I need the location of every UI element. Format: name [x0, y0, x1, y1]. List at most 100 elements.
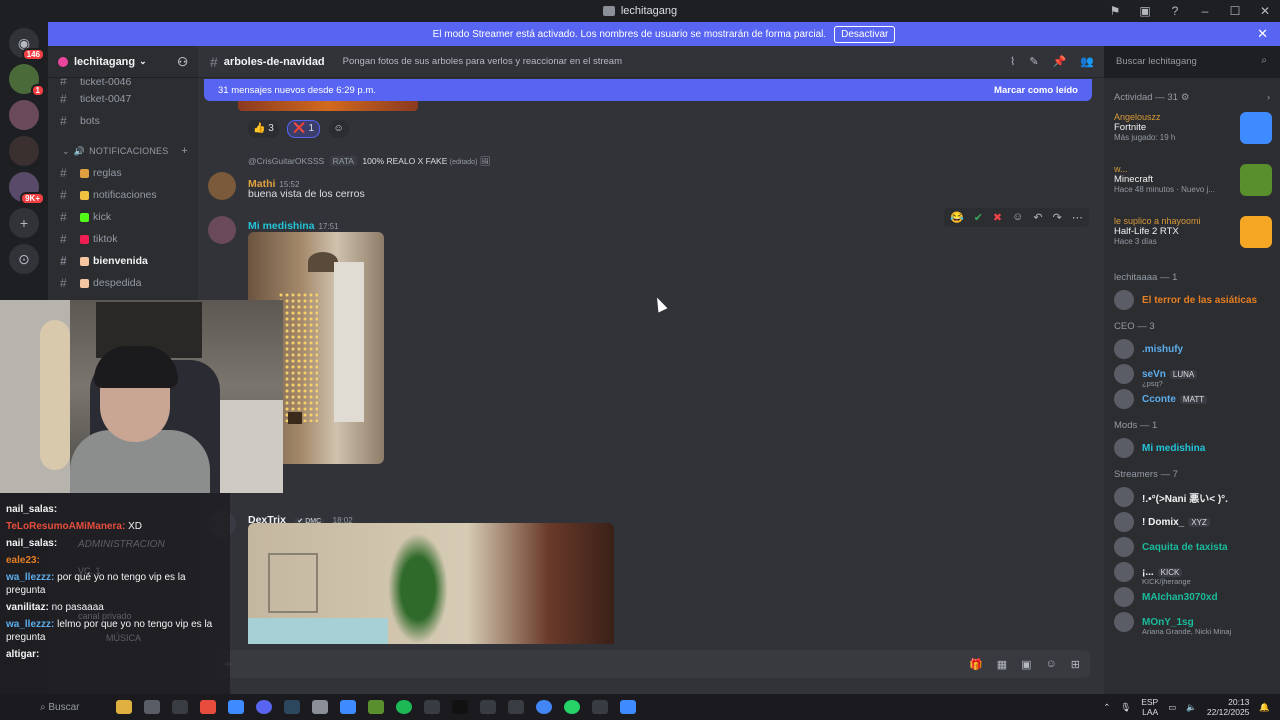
avatar[interactable]: [208, 216, 236, 244]
minimize-button[interactable]: –: [1190, 4, 1220, 18]
member-item[interactable]: MOnY_1sg Ariana Grande, Nicki Minaj: [1104, 611, 1280, 636]
chevron-right-icon[interactable]: ›: [1267, 92, 1270, 103]
pin-icon[interactable]: 📌: [1053, 55, 1067, 68]
activity-card[interactable]: Angelouszz Fortnite Más jugado: 19 h: [1104, 106, 1280, 158]
add-reaction-icon[interactable]: ☺: [328, 119, 349, 138]
add-channel-icon[interactable]: +: [181, 145, 188, 157]
channel-topic[interactable]: Pongan fotos de sus arboles para verlos …: [343, 56, 622, 67]
more-icon[interactable]: ⋯: [1072, 211, 1083, 224]
clock[interactable]: 20:13 22/12/2025: [1207, 697, 1250, 717]
discord-taskbar-icon[interactable]: [255, 700, 272, 714]
image-attachment-cropped[interactable]: [238, 101, 418, 111]
gif-icon[interactable]: ▦: [997, 658, 1007, 671]
app-icon-2[interactable]: [339, 700, 356, 714]
notification-bell-icon[interactable]: ✎: [1029, 55, 1038, 68]
tiktok-icon[interactable]: [451, 700, 468, 714]
server-icon-1[interactable]: 1: [9, 64, 45, 97]
member-item[interactable]: .mishufy: [1104, 338, 1280, 360]
member-item[interactable]: Mi medishina: [1104, 437, 1280, 459]
help-icon[interactable]: ?: [1160, 4, 1190, 18]
file-explorer-icon[interactable]: [115, 700, 132, 714]
emoji-icon[interactable]: ☺: [1046, 658, 1057, 671]
close-window-button[interactable]: ✕: [1250, 4, 1280, 18]
activity-card[interactable]: w... Minecraft Hace 48 minutos · Nuevo j..…: [1104, 158, 1280, 210]
server-icon-2[interactable]: [9, 100, 39, 130]
steam-icon[interactable]: [283, 700, 300, 714]
channel-bienvenida[interactable]: # bienvenida: [48, 250, 198, 272]
threads-icon[interactable]: ⌇: [1010, 55, 1015, 68]
channel-ticket-0046[interactable]: # ticket-0046: [48, 78, 198, 88]
volume-icon[interactable]: 🔈: [1186, 702, 1197, 713]
mark-as-read-button[interactable]: Marcar como leído: [994, 85, 1078, 96]
avatar[interactable]: [208, 172, 236, 200]
members-icon[interactable]: 👥: [1080, 55, 1094, 68]
add-server-icon[interactable]: +: [9, 208, 39, 238]
new-messages-bar[interactable]: 31 mensajes nuevos desde 6:29 p.m. Marca…: [204, 79, 1092, 101]
member-item[interactable]: Caquita de taxista: [1104, 536, 1280, 558]
minecraft-icon[interactable]: [367, 700, 384, 714]
discover-icon[interactable]: ⊙: [9, 244, 39, 274]
channel-despedida[interactable]: # despedida: [48, 272, 198, 294]
search-input[interactable]: Buscar lechitagang ⌕: [1110, 53, 1272, 71]
category-notificaciones[interactable]: ⌄ 🔊 NOTIFICACIONES +: [48, 140, 198, 162]
calculator-icon[interactable]: [143, 700, 160, 714]
notepad-icon[interactable]: [619, 700, 636, 714]
app-icon-4[interactable]: [479, 700, 496, 714]
channel-notificaciones[interactable]: # notificaciones: [48, 184, 198, 206]
disable-streamer-button[interactable]: Desactivar: [834, 25, 896, 43]
reaction-cross[interactable]: ❌ 1: [287, 119, 321, 138]
brave-icon[interactable]: [199, 700, 216, 714]
channel-ticket-0047[interactable]: # ticket-0047: [48, 88, 198, 110]
folder-icon[interactable]: [227, 700, 244, 714]
app-icon-3[interactable]: [423, 700, 440, 714]
message-composer[interactable]: + 🎁 ▦ ▣ ☺ ⊞: [214, 650, 1090, 678]
server-header[interactable]: lechitagang ⌄ ⚇: [48, 46, 198, 78]
close-icon[interactable]: ✕: [1257, 26, 1268, 42]
microphone-icon[interactable]: 🎙: [1120, 702, 1131, 713]
channel-tiktok[interactable]: # tiktok: [48, 228, 198, 250]
app-icon-5[interactable]: [507, 700, 524, 714]
cross-icon[interactable]: ✖: [993, 211, 1002, 224]
notifications-icon[interactable]: 🔔: [1259, 702, 1270, 713]
channel-bots[interactable]: # bots: [48, 110, 198, 132]
emoji-laugh-icon[interactable]: 😂: [950, 211, 964, 224]
language-indicator[interactable]: ESP LAA: [1141, 697, 1158, 717]
obs-icon[interactable]: [171, 700, 188, 714]
activity-header[interactable]: Actividad — 31 ⚙ ›: [1104, 88, 1280, 106]
member-item[interactable]: ¡... KICK KICK/jherange: [1104, 561, 1280, 586]
author-name[interactable]: Mi medishina: [248, 220, 315, 232]
server-icon-4[interactable]: 9K+: [9, 172, 45, 205]
gift-icon[interactable]: 🎁: [969, 658, 983, 671]
app-icon-6[interactable]: [591, 700, 608, 714]
add-member-icon[interactable]: ⚇: [177, 55, 188, 69]
network-icon[interactable]: ▭: [1168, 702, 1176, 713]
app-icon[interactable]: [311, 700, 328, 714]
apps-icon[interactable]: ⊞: [1071, 658, 1080, 671]
taskbar-search[interactable]: ⌕ Buscar: [40, 702, 80, 713]
member-item[interactable]: MAIchan3070xd: [1104, 586, 1280, 608]
whatsapp-icon[interactable]: [563, 700, 580, 714]
chevron-up-icon[interactable]: ⌃: [1103, 702, 1110, 713]
member-item[interactable]: seVn LUNA ¿psq?: [1104, 363, 1280, 388]
screen-icon[interactable]: ▣: [1130, 4, 1160, 18]
member-item[interactable]: !.•°(>Nani 悪い< )°.: [1104, 486, 1280, 508]
reaction-thumbs-up[interactable]: 👍 3: [248, 119, 279, 138]
image-attachment-dextrix[interactable]: [248, 523, 614, 644]
chrome-icon[interactable]: [535, 700, 552, 714]
forward-icon[interactable]: ↷: [1053, 211, 1062, 224]
reply-preview[interactable]: @CrisGuitarOKSSS RATA 100% REALO X FAKE …: [248, 156, 491, 167]
channel-kick[interactable]: # kick: [48, 206, 198, 228]
activity-card[interactable]: le suplico a nhayoomi Half-Life 2 RTX Hace…: [1104, 210, 1280, 262]
member-item[interactable]: ! Domix_ XYZ: [1104, 511, 1280, 533]
sticker-icon[interactable]: ▣: [1021, 658, 1031, 671]
member-item[interactable]: Cconte MATT: [1104, 388, 1280, 410]
check-icon[interactable]: ✔: [974, 211, 983, 224]
server-icon-3[interactable]: [9, 136, 39, 166]
maximize-button[interactable]: ☐: [1220, 4, 1250, 18]
direct-messages-icon[interactable]: ◉ 146: [9, 28, 45, 61]
reply-icon[interactable]: ↶: [1033, 211, 1042, 224]
inbox-icon[interactable]: ⚑: [1100, 4, 1130, 18]
add-reaction-icon[interactable]: ☺: [1012, 211, 1023, 224]
member-item[interactable]: El terror de las asiáticas: [1104, 289, 1280, 311]
channel-reglas[interactable]: # reglas: [48, 162, 198, 184]
